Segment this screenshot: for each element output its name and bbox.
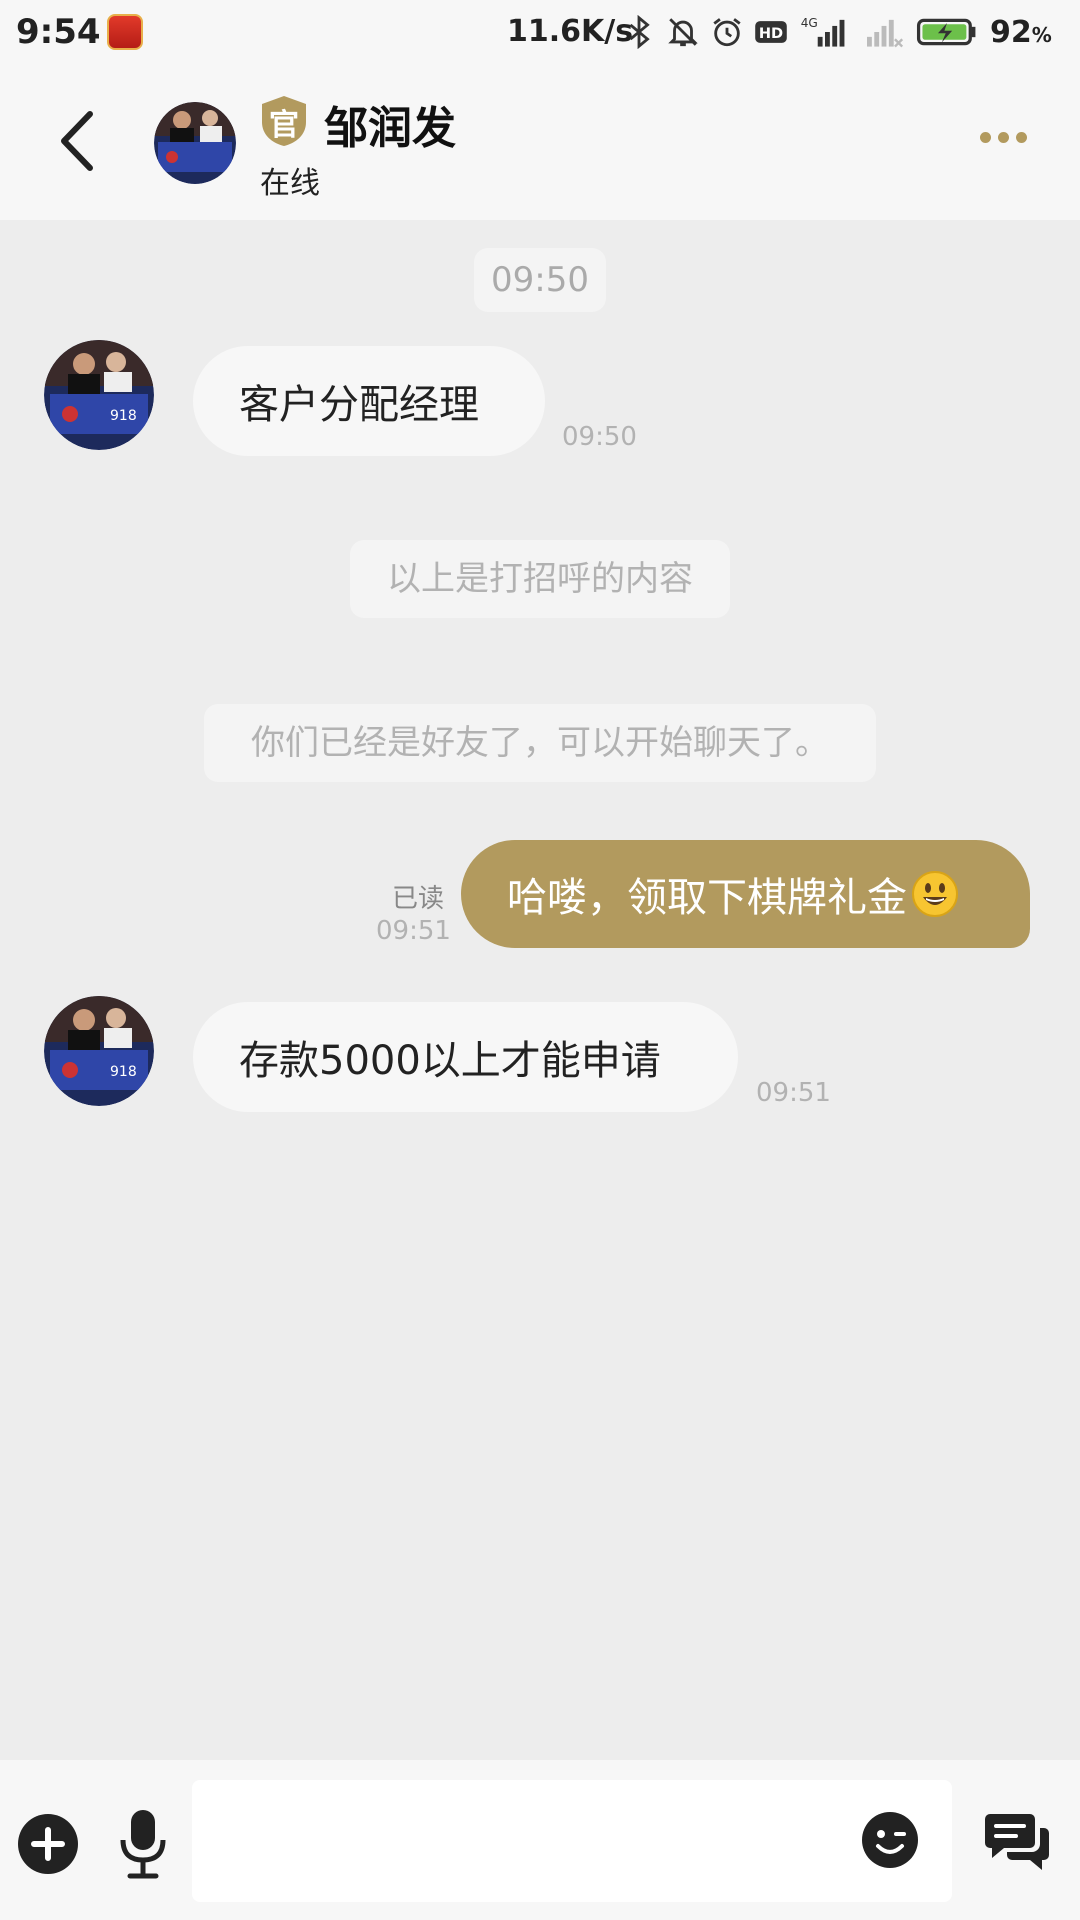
message-time: 09:51 (376, 916, 451, 946)
read-receipt: 已读 (392, 884, 445, 914)
status-bar: 9:54 11.6K/s HD 4G 92% (0, 0, 1080, 66)
voice-input-button[interactable] (118, 1808, 168, 1880)
input-bar (0, 1760, 1080, 1920)
contact-name: 邹润发 (324, 103, 456, 154)
avatar[interactable] (154, 102, 236, 184)
avatar[interactable]: 918 (44, 340, 154, 450)
battery: 92% (916, 15, 1052, 50)
avatar[interactable]: 918 (44, 996, 154, 1106)
more-dot-icon (998, 132, 1009, 143)
app-icon (107, 14, 143, 50)
message-bubble-outgoing[interactable]: 哈喽，领取下棋牌礼金 (461, 840, 1030, 948)
signal-weak-icon (867, 19, 904, 48)
battery-percent: 92% (990, 14, 1052, 50)
message-text: 哈喽，领取下棋牌礼金 (507, 875, 907, 921)
message-input[interactable] (192, 1780, 952, 1902)
message-text: 存款5000以上才能申请 (239, 1038, 661, 1084)
online-status: 在线 (260, 166, 320, 201)
more-options-button[interactable] (980, 132, 1032, 152)
hd-icon: HD (755, 21, 787, 43)
more-dot-icon (1016, 132, 1027, 143)
status-time: 9:54 (16, 12, 101, 52)
status-icons: HD 4G 92% (622, 12, 1052, 52)
mute-bell-icon (668, 18, 698, 47)
smiley-emoji (912, 871, 958, 917)
message-bubble-incoming[interactable]: 客户分配经理 (193, 346, 545, 456)
back-button[interactable] (50, 106, 110, 176)
official-badge: 官 (258, 94, 310, 148)
network-speed: 11.6K/s (507, 14, 634, 49)
svg-text:HD: HD (759, 25, 783, 42)
message-time: 09:50 (562, 422, 637, 452)
message-time: 09:51 (756, 1078, 831, 1108)
message-bubble-incoming[interactable]: 存款5000以上才能申请 (193, 1002, 738, 1112)
add-attachment-button[interactable] (16, 1812, 80, 1876)
system-notice-greeting: 以上是打招呼的内容 (350, 540, 730, 618)
battery-charging-icon (916, 18, 976, 46)
emoji-button[interactable] (860, 1810, 920, 1870)
bluetooth-icon (629, 15, 650, 49)
chat-header: 官 邹润发 在线 (0, 66, 1080, 220)
message-text: 客户分配经理 (239, 382, 479, 428)
signal-4g-icon: 4G (801, 16, 845, 47)
system-notice-friends: 你们已经是好友了，可以开始聊天了。 (204, 704, 876, 782)
svg-text:918: 918 (110, 408, 137, 424)
time-divider: 09:50 (474, 248, 606, 312)
more-dot-icon (980, 132, 991, 143)
svg-text:918: 918 (110, 1064, 137, 1080)
svg-text:4G: 4G (801, 16, 818, 30)
chat-bubbles-icon[interactable] (984, 1810, 1050, 1872)
alarm-icon (713, 18, 741, 47)
